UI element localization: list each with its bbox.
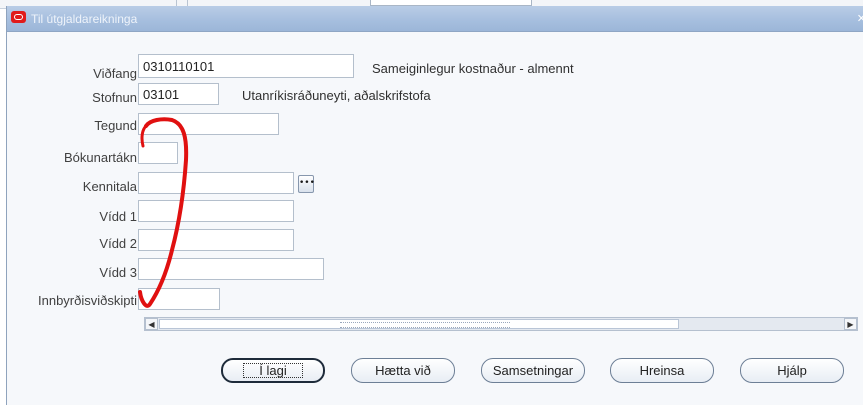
title-bar[interactable]: Til útgjaldareikninga ✕: [7, 6, 863, 32]
close-icon[interactable]: ✕: [857, 12, 863, 25]
vidd1-label: Vídd 1: [99, 209, 137, 224]
window-title: Til útgjaldareikninga: [31, 12, 138, 26]
kennitala-field[interactable]: [138, 172, 294, 194]
vidd3-label: Vídd 3: [99, 265, 137, 280]
help-button-label: Hjálp: [777, 363, 807, 378]
list-of-values-icon[interactable]: •••: [298, 175, 315, 193]
bokunartakn-label: Bókunartákn: [64, 150, 137, 165]
horizontal-scrollbar[interactable]: ◀ ▶: [144, 317, 858, 331]
tegund-field[interactable]: [138, 113, 279, 135]
vidfang-label: Viðfang: [93, 66, 137, 81]
stofnun-description: Utanríkisráðuneyti, aðalskrifstofa: [242, 88, 431, 103]
dialog-window: Til útgjaldareikninga ✕ Viðfang Sameigin…: [6, 6, 863, 405]
focus-outline: [243, 363, 303, 378]
scroll-left-icon[interactable]: ◀: [145, 318, 158, 330]
bokunartakn-field[interactable]: [138, 142, 178, 164]
clear-button[interactable]: Hreinsa: [610, 358, 714, 383]
vidd3-field[interactable]: [138, 258, 324, 280]
cancel-button-label: Hætta við: [375, 363, 431, 378]
kennitala-label: Kennitala: [82, 179, 137, 194]
stofnun-label: Stofnun: [92, 90, 137, 105]
vidd1-field[interactable]: [138, 200, 294, 222]
scrollbar-thumb[interactable]: [159, 319, 679, 329]
cancel-button[interactable]: Hætta við: [351, 358, 455, 383]
oracle-icon: [11, 11, 26, 23]
combinations-button[interactable]: Samsetningar: [481, 358, 585, 383]
vidfang-description: Sameiginlegur kostnaður - almennt: [372, 61, 574, 76]
help-button[interactable]: Hjálp: [740, 358, 844, 383]
vidd2-label: Vídd 2: [99, 236, 137, 251]
combinations-button-label: Samsetningar: [492, 363, 574, 378]
innbyrdis-label: Innbyrðisviðskipti: [38, 293, 137, 308]
innbyrdis-field[interactable]: [138, 288, 220, 310]
vidd2-field[interactable]: [138, 229, 294, 251]
scrollbar-grip: [340, 322, 510, 328]
clear-button-label: Hreinsa: [639, 363, 685, 378]
tegund-label: Tegund: [94, 118, 137, 133]
vidfang-field[interactable]: [138, 54, 354, 78]
stofnun-field[interactable]: [138, 83, 219, 105]
ok-button[interactable]: Í lagi: [221, 358, 325, 383]
scroll-right-icon[interactable]: ▶: [844, 318, 857, 330]
